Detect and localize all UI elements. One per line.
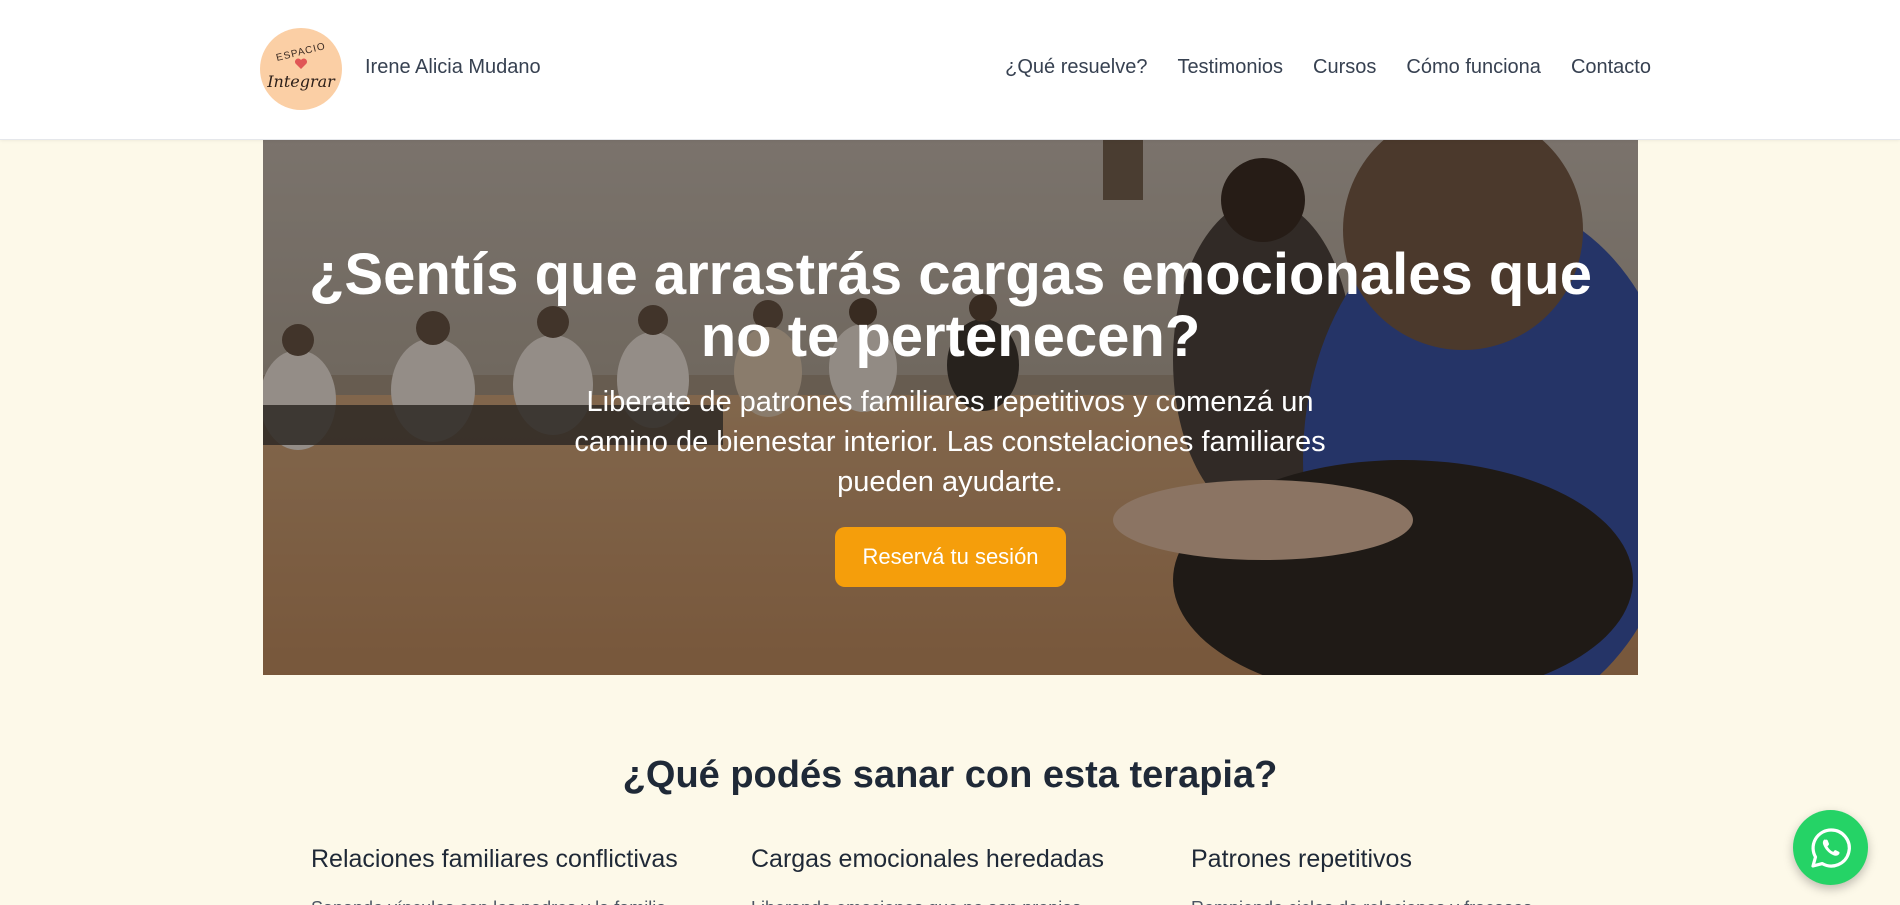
- feature-desc-relaciones: Sanando vínculos con los padres y la fam…: [311, 898, 666, 905]
- logo[interactable]: ESPACIO Integrar: [260, 28, 342, 110]
- site-header: ESPACIO Integrar Irene Alicia Mudano ¿Qu…: [0, 0, 1900, 140]
- feature-desc-cargas: Liberando emociones que no son propias: [751, 898, 1081, 905]
- heart-icon: [294, 58, 308, 69]
- main-nav: ¿Qué resuelve? Testimonios Cursos Cómo f…: [1005, 56, 1651, 79]
- feature-title-cargas: Cargas emocionales heredadas: [751, 845, 1104, 873]
- hero-title: ¿Sentís que arrastrás cargas emocionales…: [309, 242, 1592, 369]
- brand-name[interactable]: Irene Alicia Mudano: [365, 56, 541, 79]
- feature-desc-patrones: Rompiendo ciclos de relaciones y fracaso…: [1191, 898, 1532, 905]
- nav-item-como-funciona[interactable]: Cómo funciona: [1406, 56, 1541, 79]
- hero-section: ¿Sentís que arrastrás cargas emocionales…: [263, 140, 1638, 675]
- book-session-button[interactable]: Reservá tu sesión: [835, 527, 1066, 587]
- hero-subtitle: Liberate de patrones familiares repetiti…: [574, 386, 1326, 498]
- logo-main-text: Integrar: [267, 72, 335, 91]
- nav-item-que-resuelve[interactable]: ¿Qué resuelve?: [1005, 56, 1147, 79]
- nav-item-testimonios[interactable]: Testimonios: [1177, 56, 1283, 79]
- feature-title-relaciones: Relaciones familiares conflictivas: [311, 845, 678, 873]
- feature-title-patrones: Patrones repetitivos: [1191, 845, 1412, 873]
- whatsapp-icon: [1810, 827, 1851, 868]
- whatsapp-button[interactable]: [1793, 810, 1868, 885]
- nav-item-contacto[interactable]: Contacto: [1571, 56, 1651, 79]
- nav-item-cursos[interactable]: Cursos: [1313, 56, 1376, 79]
- section-title: ¿Qué podés sanar con esta terapia?: [622, 754, 1278, 796]
